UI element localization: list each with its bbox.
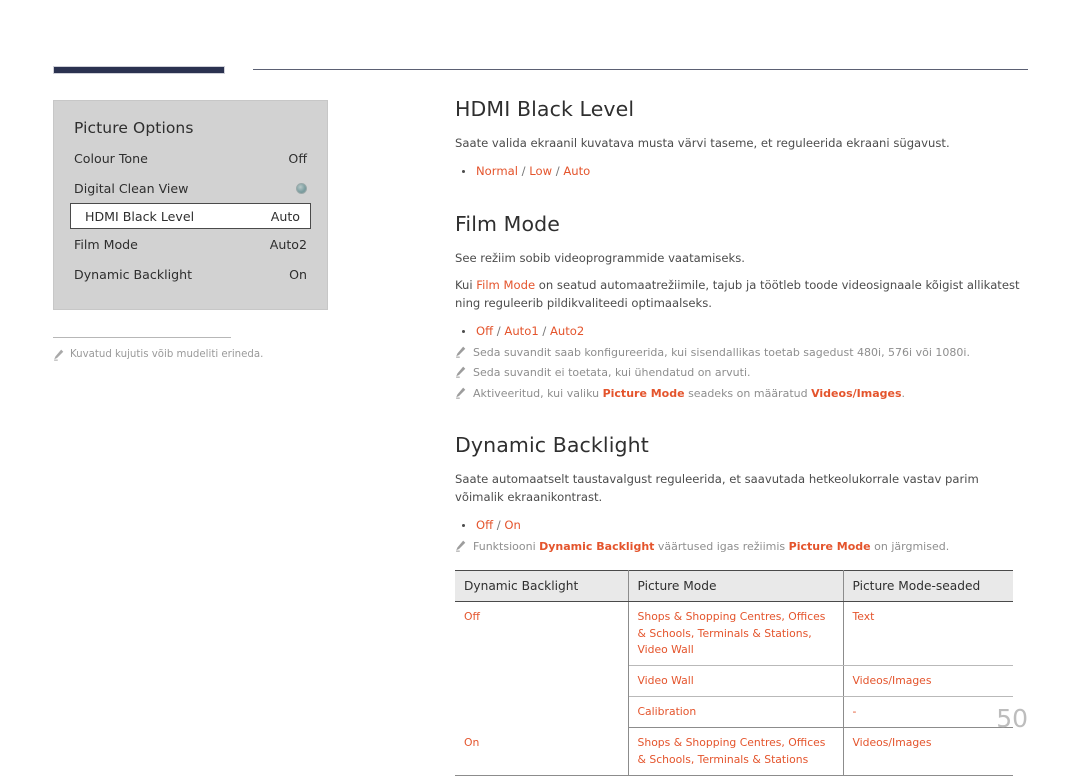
table-cell-picture-mode: Shops & Shopping Centres, Offices & Scho… bbox=[628, 601, 844, 667]
text-post: on seatud automaatrežiimile, tajub ja tö… bbox=[455, 277, 1020, 310]
text-pre: Funktsiooni bbox=[473, 540, 540, 554]
table-header-row: Dynamic Backlight Picture Mode Picture M… bbox=[455, 570, 1013, 603]
table-header-cell: Picture Mode-seaded bbox=[843, 570, 1013, 603]
inline-accent-picture-mode: Picture Mode bbox=[788, 540, 871, 554]
table-cell-seaded: Text bbox=[843, 601, 1013, 667]
option-value: Auto bbox=[563, 163, 591, 178]
table-cell-seaded: - bbox=[843, 696, 1013, 729]
note-film-mode-2: Seda suvandit ei toetata, kui ühendatud … bbox=[455, 364, 1030, 382]
osd-row-dynamic-backlight[interactable]: Dynamic Backlight On bbox=[54, 259, 327, 289]
section-heading-dynamic-backlight: Dynamic Backlight bbox=[455, 432, 649, 457]
text-pre: Aktiveeritud, kui valiku bbox=[473, 386, 603, 400]
section-body-hdmi-black-level: Saate valida ekraanil kuvatava musta vär… bbox=[455, 136, 950, 150]
note-text: Seda suvandit saab konfigureerida, kui s… bbox=[473, 346, 970, 360]
text-pre: Kui bbox=[455, 277, 477, 292]
osd-caption: Kuvatud kujutis võib mudeliti erineda. bbox=[53, 349, 328, 361]
pencil-note-icon bbox=[455, 540, 466, 552]
note-dynamic-backlight: Funktsiooni Dynamic Backlight väärtused … bbox=[455, 538, 1030, 556]
caption-divider bbox=[53, 337, 231, 338]
osd-row-label: Dynamic Backlight bbox=[74, 266, 193, 282]
options-item: Off / On bbox=[455, 516, 1030, 536]
osd-row-label: Digital Clean View bbox=[74, 180, 189, 196]
osd-row-value: Auto bbox=[270, 208, 300, 224]
options-item: Off / Auto1 / Auto2 bbox=[455, 322, 1030, 342]
table-cell-picture-mode: Video Wall bbox=[628, 665, 844, 698]
osd-row-hdmi-black-level[interactable]: HDMI Black Level Auto bbox=[70, 203, 311, 229]
note-text: Funktsiooni Dynamic Backlight väärtused … bbox=[473, 538, 949, 556]
left-column: Picture Options Colour Tone Off Digital … bbox=[53, 100, 328, 361]
pencil-note-icon bbox=[455, 366, 466, 379]
note-film-mode-3: Aktiveeritud, kui valiku Picture Mode se… bbox=[455, 385, 1030, 403]
options-list-dynamic-backlight: Off / On bbox=[455, 516, 1030, 536]
table-row: Off Shops & Shopping Centres, Offices & … bbox=[455, 601, 1013, 728]
text-post: . bbox=[901, 386, 906, 400]
dynamic-backlight-table: Dynamic Backlight Picture Mode Picture M… bbox=[455, 570, 1013, 776]
inline-accent-dynamic-backlight: Dynamic Backlight bbox=[539, 540, 655, 554]
pencil-note-icon bbox=[53, 349, 64, 361]
options-item: Normal / Low / Auto bbox=[455, 162, 1030, 182]
option-value: Auto1 bbox=[504, 323, 539, 338]
options-list-hdmi-black-level: Normal / Low / Auto bbox=[455, 162, 1030, 182]
section-body-dynamic-backlight: Saate automaatselt taustavalgust regulee… bbox=[455, 471, 979, 504]
table-cell-picture-mode: Shops & Shopping Centres, Offices & Scho… bbox=[628, 727, 844, 776]
osd-picture-options-panel: Picture Options Colour Tone Off Digital … bbox=[53, 100, 328, 310]
table-header-cell: Picture Mode bbox=[628, 570, 844, 603]
page-number: 50 bbox=[996, 704, 1028, 733]
table-cell-picture-mode: Calibration bbox=[628, 696, 844, 729]
option-value: Off bbox=[476, 323, 494, 338]
header-thin-rule bbox=[253, 69, 1028, 70]
table-header-cell: Dynamic Backlight bbox=[455, 570, 629, 603]
osd-row-film-mode[interactable]: Film Mode Auto2 bbox=[54, 229, 327, 259]
section-heading-hdmi-black-level: HDMI Black Level bbox=[455, 97, 635, 121]
osd-row-label: Colour Tone bbox=[74, 150, 148, 166]
section-body-film-mode-1: See režiim sobib videoprogrammide vaatam… bbox=[455, 250, 745, 265]
table-row: On Shops & Shopping Centres, Offices & S… bbox=[455, 727, 1013, 776]
osd-row-value: Auto2 bbox=[269, 236, 307, 252]
header-accent-bar bbox=[53, 66, 225, 74]
note-text: Aktiveeritud, kui valiku Picture Mode se… bbox=[473, 385, 905, 403]
pencil-note-icon bbox=[455, 346, 466, 358]
options-list-film-mode: Off / Auto1 / Auto2 bbox=[455, 322, 1030, 342]
option-value: Off bbox=[476, 517, 494, 532]
page-header-rule bbox=[0, 0, 1080, 88]
osd-panel-title: Picture Options bbox=[74, 119, 194, 137]
section-body-film-mode-2: Kui Film Mode on seatud automaatrežiimil… bbox=[455, 277, 1030, 313]
option-value: Normal bbox=[476, 163, 518, 178]
inline-accent-picture-mode: Picture Mode bbox=[602, 386, 685, 400]
osd-row-value: On bbox=[289, 266, 307, 282]
right-column: HDMI Black Level Saate valida ekraanil k… bbox=[455, 97, 1030, 776]
pencil-note-icon bbox=[455, 387, 466, 399]
osd-caption-text: Kuvatud kujutis võib mudeliti erineda. bbox=[70, 349, 264, 360]
text-post: on järgmised. bbox=[870, 540, 950, 554]
osd-row-label: HDMI Black Level bbox=[85, 208, 195, 224]
note-film-mode-1: Seda suvandit saab konfigureerida, kui s… bbox=[455, 344, 1030, 362]
text-mid: seadeks on määratud bbox=[684, 386, 812, 400]
osd-row-colour-tone[interactable]: Colour Tone Off bbox=[54, 143, 327, 173]
table-cell-seaded: Videos/Images bbox=[843, 727, 1013, 776]
osd-row-value: Off bbox=[288, 150, 307, 166]
text-mid: väärtused igas režiimis bbox=[654, 540, 789, 554]
section-heading-film-mode: Film Mode bbox=[455, 211, 560, 236]
inline-accent-videos-images: Videos/Images bbox=[811, 386, 902, 400]
osd-row-label: Film Mode bbox=[74, 236, 138, 252]
status-dot-icon bbox=[296, 182, 307, 194]
table-cell-backlight: Off bbox=[455, 601, 629, 728]
option-value: Low bbox=[529, 163, 553, 178]
table-cell-seaded: Videos/Images bbox=[843, 665, 1013, 698]
option-value: On bbox=[504, 517, 521, 532]
osd-row-digital-clean-view[interactable]: Digital Clean View bbox=[54, 173, 327, 203]
note-text: Seda suvandit ei toetata, kui ühendatud … bbox=[473, 366, 751, 380]
table-cell-backlight: On bbox=[455, 727, 629, 776]
inline-accent-film-mode: Film Mode bbox=[476, 277, 536, 292]
option-value: Auto2 bbox=[549, 323, 585, 338]
